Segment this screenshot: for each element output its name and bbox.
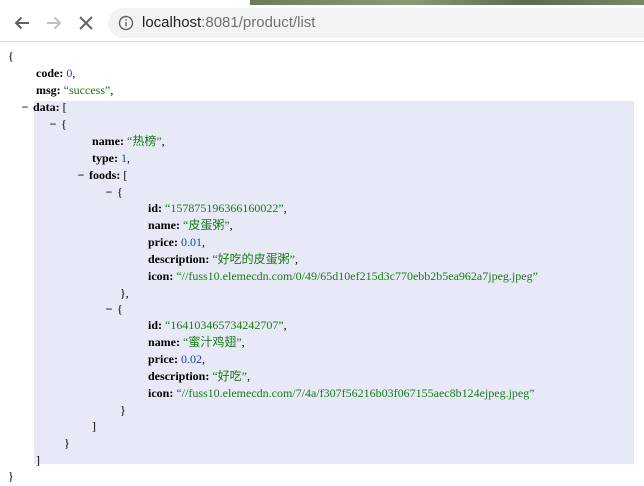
json-row-food-close: }: [120, 403, 126, 417]
collapse-toggle-item[interactable]: −: [48, 116, 58, 133]
url-path: :8081/product/list: [201, 14, 316, 31]
value-icon: “//fuss10.elemecdn.com/7/4a/f307f56216b0…: [176, 386, 535, 400]
json-row-item-name: name: “热榜”,: [92, 134, 165, 148]
json-row-food-id: id: “157875196366160022”,: [148, 201, 287, 215]
json-row-food-open: − {: [104, 184, 123, 201]
value-id: “164103465734242707”: [165, 318, 284, 332]
collapse-toggle-data[interactable]: −: [20, 99, 30, 116]
key-id: id:: [148, 201, 163, 215]
json-row-item-open: − {: [48, 116, 67, 133]
json-row-foods-close: ]: [92, 419, 96, 433]
key-msg: msg:: [36, 83, 61, 97]
close-icon: [79, 16, 93, 30]
json-row-food-open: − {: [104, 301, 123, 318]
value-icon: “//fuss10.elemecdn.com/0/49/65d10ef215d3…: [176, 269, 538, 283]
collapse-toggle-food[interactable]: −: [104, 301, 114, 318]
key-id: id:: [148, 318, 163, 332]
key-icon: icon:: [148, 269, 174, 283]
json-row-food-icon: icon: “//fuss10.elemecdn.com/7/4a/f307f5…: [148, 385, 535, 402]
back-button[interactable]: [8, 9, 36, 37]
json-row-msg: msg: “success”,: [36, 83, 114, 97]
json-row-food-name: name: “皮蛋粥”,: [148, 218, 233, 232]
collapse-toggle-food[interactable]: −: [104, 184, 114, 201]
url-text[interactable]: localhost:8081/product/list: [142, 14, 315, 32]
key-price: price:: [148, 352, 178, 366]
json-close-brace: }: [8, 469, 14, 483]
address-bar[interactable]: localhost:8081/product/list: [108, 8, 644, 38]
info-icon[interactable]: [118, 15, 134, 31]
value-price: 0.02: [180, 352, 202, 366]
stop-loading-button[interactable]: [72, 9, 100, 37]
key-data: data:: [33, 100, 60, 114]
value-name: “热榜”: [127, 134, 162, 148]
json-row-food-id: id: “164103465734242707”,: [148, 318, 287, 332]
json-row-data-close: ]: [36, 453, 40, 467]
json-row-food-description: description: “好吃的皮蛋粥”,: [148, 252, 298, 266]
json-row-item-type: type: 1,: [92, 151, 130, 165]
key-code: code:: [36, 66, 64, 80]
value-price: 0.01: [180, 235, 202, 249]
key-type: type:: [92, 151, 118, 165]
value-name: “蜜汁鸡翅”: [183, 335, 242, 349]
json-row-item-close: }: [64, 436, 70, 450]
arrow-left-icon: [14, 16, 29, 30]
key-description: description:: [148, 252, 210, 266]
key-name: name:: [148, 335, 180, 349]
forward-button[interactable]: [40, 9, 68, 37]
arrow-right-icon: [47, 16, 62, 30]
json-row-food-icon: icon: “//fuss10.elemecdn.com/0/49/65d10e…: [148, 268, 538, 285]
json-row-code: code: 0,: [36, 66, 76, 80]
key-name: name:: [92, 134, 124, 148]
json-row-food-name: name: “蜜汁鸡翅”,: [148, 335, 245, 349]
json-row-food-description: description: “好吃”,: [148, 369, 250, 383]
json-open-brace: {: [8, 49, 14, 63]
json-row-food-close: },: [120, 286, 129, 300]
json-row-food-price: price: 0.02,: [148, 352, 205, 366]
key-price: price:: [148, 235, 178, 249]
key-description: description:: [148, 369, 210, 383]
value-msg: “success”: [63, 83, 111, 97]
json-row-food-price: price: 0.01,: [148, 235, 205, 249]
key-name: name:: [148, 218, 180, 232]
json-row-data: − data: [: [20, 99, 67, 116]
url-host: localhost: [142, 14, 202, 31]
value-name: “皮蛋粥”: [183, 218, 230, 232]
browser-toolbar: localhost:8081/product/list: [0, 5, 644, 42]
collapse-toggle-foods[interactable]: −: [76, 167, 86, 184]
value-description: “好吃”: [212, 369, 247, 383]
key-foods: foods:: [89, 168, 121, 182]
value-description: “好吃的皮蛋粥”: [212, 252, 295, 266]
json-viewer: { code: 0, msg: “success”, − data: [ − {…: [0, 42, 644, 486]
json-row-foods: − foods: [: [76, 167, 128, 184]
value-id: “157875196366160022”: [165, 201, 284, 215]
key-icon: icon:: [148, 386, 174, 400]
